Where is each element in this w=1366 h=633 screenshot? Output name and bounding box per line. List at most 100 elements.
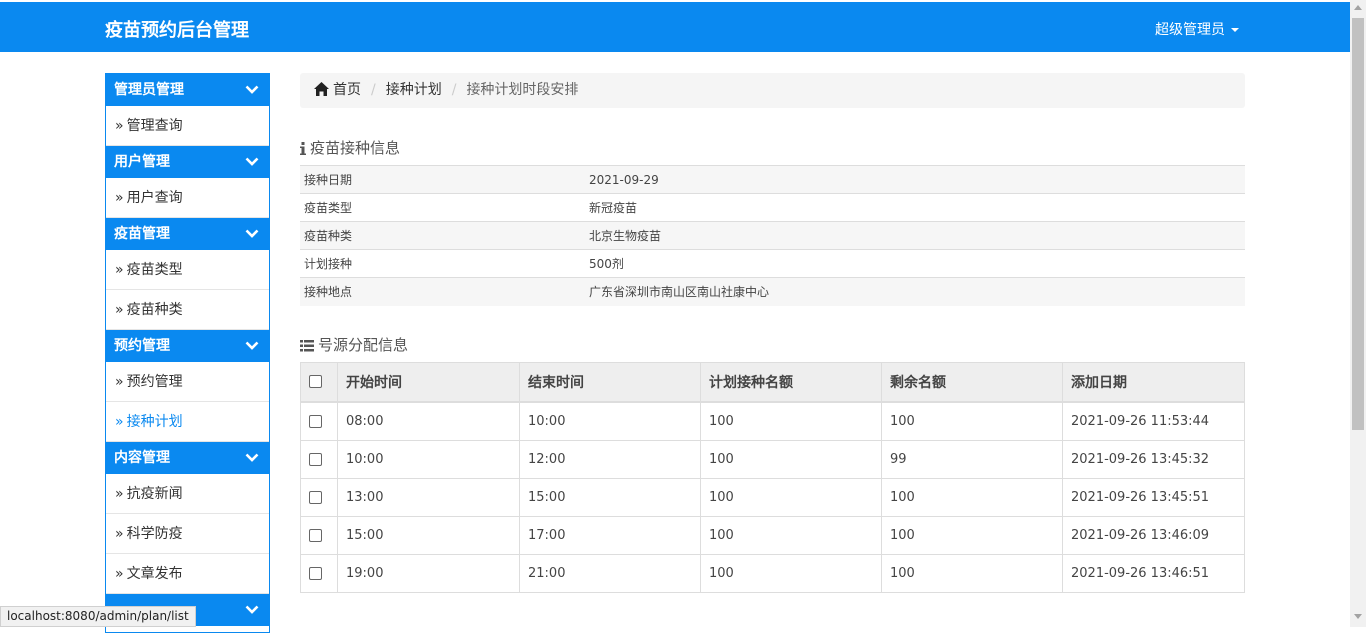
scrollbar-thumb[interactable] — [1352, 18, 1364, 430]
chevron-down-icon[interactable] — [245, 85, 259, 95]
page-scrollbar[interactable] — [1350, 0, 1366, 627]
sidebar-group-title: 预约管理 — [114, 338, 170, 354]
table-row[interactable]: 10:00 12:00 100 99 2021-09-26 13:45:32 — [300, 439, 1245, 479]
sidebar-item[interactable]: » 疫苗类型 — [106, 250, 269, 290]
column-header[interactable]: 开始时间 — [337, 361, 520, 403]
chevron-down-icon[interactable] — [245, 453, 259, 463]
sidebar-item[interactable]: » 疫苗种类 — [106, 290, 269, 330]
sidebar-item[interactable]: » 管理查询 — [106, 106, 269, 146]
chevron-down-icon[interactable] — [245, 157, 259, 167]
sidebar-item-label: 文章发布 — [126, 566, 183, 582]
double-chevron-right-icon: » — [115, 566, 124, 582]
row-select-cell — [300, 515, 338, 555]
sidebar-item-label: 接种计划 — [126, 414, 183, 430]
table-cell: 10:00 — [519, 401, 701, 441]
table-cell: 100 — [881, 515, 1063, 555]
row-checkbox[interactable] — [309, 414, 322, 428]
sidebar-group-title: 用户管理 — [114, 154, 170, 170]
sidebar-item[interactable]: » 抗疫新闻 — [106, 474, 269, 514]
scroll-up-arrow-icon[interactable] — [1354, 5, 1362, 10]
column-header[interactable]: 添加日期 — [1062, 361, 1245, 403]
breadcrumb-home[interactable]: 首页 — [333, 82, 361, 98]
sidebar-group-header[interactable]: 用户管理 — [106, 146, 269, 178]
table-header-row: 开始时间 结束时间 计划接种名额 剩余名额 添加日期 — [300, 361, 1245, 403]
info-value: 500剂 — [583, 249, 1245, 278]
sidebar-group-header[interactable]: 管理员管理 — [106, 74, 269, 106]
info-row: 疫苗类型 新冠疫苗 — [300, 193, 1245, 222]
brand-title[interactable]: 疫苗预约后台管理 — [105, 16, 249, 42]
caret-down-icon — [1231, 28, 1239, 32]
sidebar-item-label: 疫苗种类 — [126, 302, 183, 318]
row-select-cell — [300, 553, 338, 593]
row-checkbox[interactable] — [309, 452, 322, 466]
row-checkbox[interactable] — [309, 566, 322, 580]
table-row[interactable]: 13:00 15:00 100 100 2021-09-26 13:45:51 — [300, 477, 1245, 517]
double-chevron-right-icon: » — [115, 302, 124, 318]
sidebar-item[interactable]: » 预约管理 — [106, 362, 269, 402]
slots-section-title: 号源分配信息 — [300, 334, 1245, 354]
info-label: 计划接种 — [300, 249, 583, 278]
table-cell: 10:00 — [337, 439, 520, 479]
sidebar-group-title: 疫苗管理 — [114, 226, 170, 242]
list-icon — [300, 339, 314, 351]
table-cell: 2021-09-26 11:53:44 — [1062, 401, 1245, 441]
column-header[interactable]: 剩余名额 — [881, 361, 1063, 403]
sidebar-item-label: 管理查询 — [126, 118, 183, 134]
chevron-down-icon[interactable] — [245, 229, 259, 239]
sidebar-menu: 管理员管理» 管理查询 用户管理» 用户查询 疫苗管理» 疫苗类型» 疫苗种类 预约管理» 预约… — [105, 73, 270, 633]
table-row[interactable]: 08:00 10:00 100 100 2021-09-26 11:53:44 — [300, 401, 1245, 441]
row-select-cell — [300, 439, 338, 479]
table-cell: 2021-09-26 13:45:32 — [1062, 439, 1245, 479]
double-chevron-right-icon: » — [115, 262, 124, 278]
sidebar-item[interactable]: » 文章发布 — [106, 554, 269, 594]
slots-table: 开始时间 结束时间 计划接种名额 剩余名额 添加日期 08:00 10:00 100 100 20… — [300, 361, 1245, 593]
table-cell: 100 — [700, 553, 882, 593]
column-header[interactable]: 结束时间 — [519, 361, 701, 403]
table-cell: 12:00 — [519, 439, 701, 479]
table-cell: 19:00 — [337, 553, 520, 593]
info-label: 接种日期 — [300, 165, 583, 194]
row-select-cell — [300, 401, 338, 441]
sidebar-group-header[interactable]: 预约管理 — [106, 330, 269, 362]
sidebar-item[interactable]: » 接种计划 — [106, 402, 269, 442]
sidebar-item-label: 抗疫新闻 — [126, 486, 183, 502]
info-row: 接种地点 广东省深圳市南山区南山社康中心 — [300, 277, 1245, 306]
chevron-down-icon[interactable] — [245, 341, 259, 351]
sidebar-group-header[interactable]: 疫苗管理 — [106, 218, 269, 250]
column-header[interactable]: 计划接种名额 — [700, 361, 882, 403]
table-cell: 100 — [881, 553, 1063, 593]
double-chevron-right-icon: » — [115, 190, 124, 206]
table-cell: 100 — [881, 477, 1063, 517]
select-all-cell — [300, 361, 338, 403]
table-cell: 15:00 — [337, 515, 520, 555]
info-value: 2021-09-29 — [583, 165, 1245, 194]
sidebar-item[interactable]: » 科学防疫 — [106, 514, 269, 554]
select-all-checkbox[interactable] — [309, 375, 322, 389]
table-cell: 08:00 — [337, 401, 520, 441]
chevron-down-icon[interactable] — [245, 605, 259, 615]
sidebar-item-label: 预约管理 — [126, 374, 183, 390]
info-row: 计划接种 500剂 — [300, 249, 1245, 278]
table-cell: 100 — [700, 477, 882, 517]
info-section-title: 疫苗接种信息 — [300, 137, 1245, 157]
user-menu[interactable]: 超级管理员 — [1155, 19, 1239, 39]
row-checkbox[interactable] — [309, 528, 322, 542]
breadcrumb-level2[interactable]: 接种计划 — [386, 82, 442, 98]
sidebar-item[interactable]: » 用户查询 — [106, 178, 269, 218]
double-chevron-right-icon: » — [115, 526, 124, 542]
table-row[interactable]: 19:00 21:00 100 100 2021-09-26 13:46:51 — [300, 553, 1245, 593]
table-row[interactable]: 15:00 17:00 100 100 2021-09-26 13:46:09 — [300, 515, 1245, 555]
info-icon — [300, 142, 306, 155]
table-cell: 17:00 — [519, 515, 701, 555]
info-value: 北京生物疫苗 — [583, 221, 1245, 250]
table-cell: 100 — [881, 401, 1063, 441]
info-value: 新冠疫苗 — [583, 193, 1245, 222]
info-row: 接种日期 2021-09-29 — [300, 165, 1245, 194]
scroll-down-arrow-icon[interactable] — [1354, 614, 1362, 619]
row-checkbox[interactable] — [309, 490, 322, 504]
table-cell: 13:00 — [337, 477, 520, 517]
main-content: 首页 / 接种计划 / 接种计划时段安排 疫苗接种信息 接种日期 2021-09-29 疫苗… — [300, 73, 1245, 593]
breadcrumb-current: 接种计划时段安排 — [466, 82, 579, 98]
sidebar-group-header[interactable]: 内容管理 — [106, 442, 269, 474]
vaccine-info-table: 接种日期 2021-09-29 疫苗类型 新冠疫苗 疫苗种类 北京生物疫苗 计划接种 500剂… — [300, 165, 1245, 306]
